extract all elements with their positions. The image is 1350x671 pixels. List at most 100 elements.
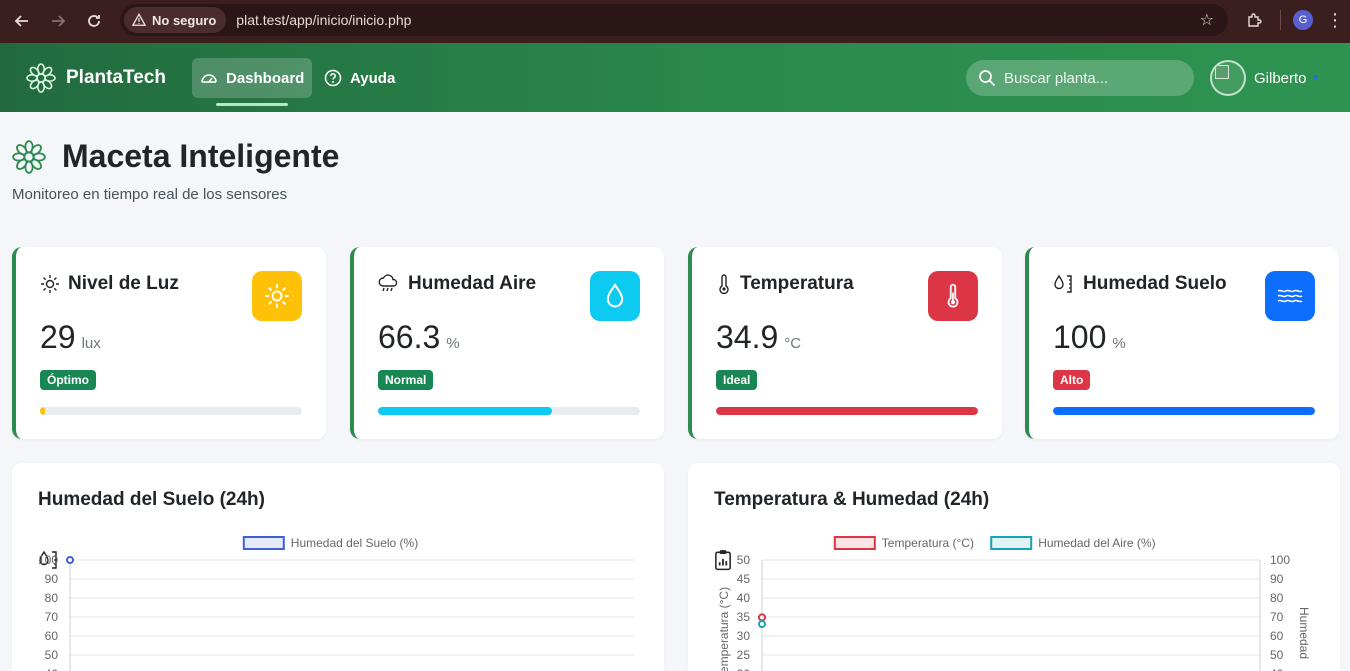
brand[interactable]: PlantaTech [26,63,166,93]
cloud-rain-icon [378,274,398,292]
browser-toolbar: No seguro plat.test/app/inicio/inicio.ph… [0,0,1350,43]
sensor-value: 66.3 % [378,319,460,355]
chart-card-humedad-suelo: Humedad del Suelo (24h) Humedad del Suel… [12,463,664,671]
menu-kebab-icon[interactable]: ⋮ [1325,10,1345,31]
reload-button[interactable] [76,3,112,39]
bookmark-star-icon[interactable]: ☆ [1200,10,1214,30]
flower-icon [12,139,46,174]
y-tick-label-left: 20 [737,667,751,671]
sensor-value: 100 % [1053,319,1126,355]
nav-ayuda[interactable]: Ayuda [316,58,403,98]
arrow-left-icon [14,15,28,27]
sensor-card-title: Humedad Aire [378,273,536,295]
chart-title: Temperatura & Humedad (24h) [714,489,989,571]
sensor-card-title: Temperatura [716,273,854,295]
data-point [758,620,766,629]
toolbar-divider [1280,10,1281,30]
sun-outline-icon [41,275,59,293]
page-title: Maceta Inteligente [12,138,339,175]
level-bar [1053,407,1315,415]
legend-label: Humedad del Suelo (%) [291,536,418,550]
y-tick-label: 50 [45,648,59,662]
level-bar-fill [378,407,552,415]
user-menu[interactable]: Gilberto ▼ [1210,60,1320,96]
address-bar[interactable]: No seguro plat.test/app/inicio/inicio.ph… [120,4,1228,36]
broken-image-icon [1215,65,1229,79]
sensor-card-luz: Nivel de Luz 29 lux Óptimo [12,247,326,439]
question-circle-icon [324,69,342,87]
y-tick-label: 80 [45,591,59,605]
url-text[interactable]: plat.test/app/inicio/inicio.php [236,12,411,28]
status-badge: Normal [378,370,434,390]
legend-label: Humedad del Aire (%) [1038,536,1155,550]
back-button[interactable] [4,3,40,39]
level-bar [40,407,302,415]
security-label: No seguro [152,12,217,28]
sensor-card-temperatura: Temperatura 34.9 °C Ideal [688,247,1002,439]
arrow-right-icon [52,15,66,27]
legend-swatch [833,536,876,550]
y-tick-label-right: 60 [1270,629,1284,643]
y-tick-label-left: 45 [737,572,751,586]
status-badge: Alto [1053,370,1091,390]
level-bar [378,407,640,415]
chart-title: Humedad del Suelo (24h) [38,489,265,569]
y-tick-label-right: 40 [1270,667,1284,671]
page-subtitle: Monitoreo en tiempo real de los sensores [12,186,288,203]
sensor-card-humedad-suelo: Humedad Suelo 100 % Alto [1025,247,1339,439]
forward-button[interactable] [40,3,76,39]
status-badge: Ideal [716,370,758,390]
soil-moisture-chart: Humedad del Suelo (%) 100 90 80 70 60 50 40 [38,536,634,671]
browser-actions: G ⋮ [1240,6,1345,34]
sensor-value: 34.9 °C [716,319,802,355]
level-bar-fill [1053,407,1315,415]
nav-dashboard[interactable]: Dashboard [192,58,313,98]
profile-avatar[interactable]: G [1293,10,1313,30]
temp-humidity-chart: Temperatura (°C) Humedad del Aire (%) 50 10… [717,536,1311,671]
nav-dashboard-label: Dashboard [226,69,305,87]
page-title-text: Maceta Inteligente [62,138,340,174]
y-tick-label: 60 [45,629,59,643]
user-avatar[interactable] [1210,60,1246,96]
search-icon [979,70,996,87]
y-axis-label-right: Humedad [1297,607,1311,659]
y-tick-label-left: 25 [737,648,751,662]
y-tick-label: 90 [45,572,59,586]
chart-card-temp-humedad: Temperatura & Humedad (24h) Temperatura … [688,463,1340,671]
level-bar-fill [716,407,978,415]
legend-swatch [990,536,1033,550]
y-tick-label-left: 35 [737,610,751,624]
y-tick-label-left: 50 [737,553,751,567]
reload-icon [88,15,100,27]
y-tick-label-right: 80 [1270,591,1284,605]
security-chip[interactable]: No seguro [124,7,227,33]
level-bar [716,407,978,415]
user-name: Gilberto [1254,69,1307,87]
moisture-outline-icon [1054,274,1072,293]
active-nav-indicator [216,103,288,106]
plant-search [966,60,1194,96]
thermometer-icon [928,271,978,321]
sensor-card-humedad-aire: Humedad Aire 66.3 % Normal [350,247,664,439]
sensor-card-title: Humedad Suelo [1053,273,1227,295]
status-badge: Óptimo [40,370,96,390]
speedometer-icon [201,74,217,83]
extensions-icon[interactable] [1240,6,1268,34]
chevron-down-icon: ▼ [1310,72,1321,84]
y-tick-label-left: 30 [737,629,751,643]
search-input[interactable] [1004,69,1184,87]
y-axis-label-left: Temperatura (°C) [717,587,731,671]
sun-icon [252,271,302,321]
sensor-value: 29 lux [40,319,101,355]
thermometer-outline-icon [719,274,729,294]
y-tick-label-left: 40 [737,591,751,605]
brand-name: PlantaTech [66,67,166,88]
nav-ayuda-label: Ayuda [350,69,396,87]
y-tick-label: 70 [45,610,59,624]
y-tick-label-right: 100 [1270,553,1290,567]
legend-swatch [242,536,285,550]
legend-label: Temperatura (°C) [882,536,974,550]
sensor-card-title: Nivel de Luz [40,273,179,295]
waves-icon [1265,271,1315,321]
y-tick-label: 100 [38,553,58,567]
